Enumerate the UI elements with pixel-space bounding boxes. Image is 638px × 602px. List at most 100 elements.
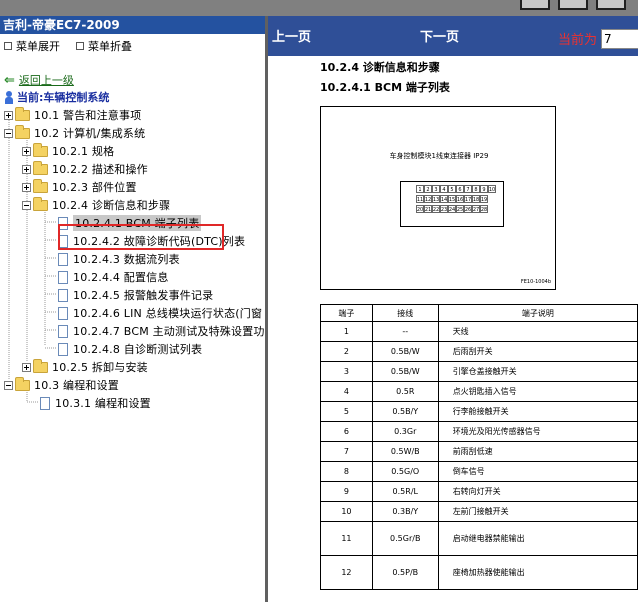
tree-node-10-2-1[interactable]: 10.2.1 规格 bbox=[22, 142, 115, 159]
highlight-box bbox=[58, 224, 224, 250]
connector-pin-label: 1 bbox=[418, 187, 421, 193]
content-panel: 上一页 下一页 当前为 7 10.2.4 诊断信息和步骤 10.2.4.1 BC… bbox=[268, 16, 638, 602]
connector-pin-label: 10 bbox=[489, 187, 495, 193]
wiring-cell: 0.3B/Y bbox=[371, 501, 439, 522]
tree-node-10-2-2[interactable]: 10.2.2 描述和操作 bbox=[22, 160, 148, 177]
tree-node-10-2-5[interactable]: 10.2.5 拆卸与安装 bbox=[22, 358, 148, 375]
wiring-cell: 0.5R/L bbox=[371, 481, 439, 502]
connector-pin-label: 23 bbox=[441, 207, 447, 213]
prev-page-button[interactable]: 上一页 bbox=[272, 26, 311, 45]
wiring-cell: 0.5G/O bbox=[371, 461, 439, 482]
terminal-cell: 2 bbox=[320, 341, 373, 362]
wiring-cell: 0.5W/B bbox=[371, 441, 439, 462]
folder-open-icon bbox=[33, 196, 48, 211]
table-row: 8 0.5G/O 倒车信号 bbox=[320, 461, 638, 482]
table-row: 3 0.5B/W 引擎仓盖接触开关 bbox=[320, 361, 638, 382]
current-page-input[interactable]: 7 bbox=[601, 29, 638, 49]
description-cell: 点火钥匙插入信号 bbox=[437, 381, 638, 402]
toolbar-button[interactable] bbox=[558, 0, 588, 10]
tree-node-label: 10.3 编程和设置 bbox=[34, 379, 119, 392]
figure-caption: 车身控制模块1线束连接器 IP29 bbox=[389, 152, 489, 160]
terminal-cell: 7 bbox=[320, 441, 373, 462]
terminal-cell: 11 bbox=[320, 521, 373, 556]
tree-node-10-1[interactable]: 10.1 警告和注意事项 bbox=[4, 106, 141, 123]
expand-toggle-icon[interactable] bbox=[22, 164, 31, 174]
table-row: 11 0.5Gr/B 启动继电器禁能输出 bbox=[320, 521, 638, 556]
table-header-row: 端子 接线 端子说明 bbox=[320, 304, 638, 322]
terminal-cell: 9 bbox=[320, 481, 373, 502]
collapse-toggle-icon[interactable] bbox=[4, 128, 13, 138]
connector-pin-label: 16 bbox=[457, 197, 463, 203]
expand-toggle-icon[interactable] bbox=[22, 146, 31, 156]
connector-pin-label: 4 bbox=[442, 187, 445, 193]
expand-toggle-icon[interactable] bbox=[22, 182, 31, 192]
terminal-cell: 4 bbox=[320, 381, 373, 402]
collapse-toggle-icon[interactable] bbox=[4, 380, 13, 390]
tree-node-10-2-3[interactable]: 10.2.3 部件位置 bbox=[22, 178, 137, 195]
tree-node-label: 10.3.1 编程和设置 bbox=[55, 397, 151, 410]
connector-pin-label: 11 bbox=[417, 197, 423, 203]
folder-icon bbox=[33, 160, 48, 175]
terminal-cell: 8 bbox=[320, 461, 373, 482]
description-cell: 前雨刮低速 bbox=[437, 441, 638, 462]
connector-pin-label: 13 bbox=[433, 197, 439, 203]
connector-figure: 车身控制模块1线束连接器 IP29 1 2 3 4 5 6 7 8 9 10 11 12 13 14 15 1… bbox=[320, 106, 556, 290]
connector-pin-label: 22 bbox=[433, 207, 439, 213]
document-icon bbox=[58, 270, 68, 284]
section-heading: 10.2.4 诊断信息和步骤 bbox=[320, 61, 440, 74]
description-cell: 天线 bbox=[437, 321, 638, 342]
connector-pin-label: 24 bbox=[449, 207, 455, 213]
header-description: 端子说明 bbox=[437, 304, 638, 322]
connector-pin-label: 28 bbox=[481, 207, 487, 213]
folder-icon bbox=[33, 358, 48, 373]
document-icon bbox=[58, 252, 68, 266]
header-terminal: 端子 bbox=[320, 304, 373, 322]
tree-node-10-3-1[interactable]: 10.3.1 编程和设置 bbox=[40, 395, 151, 411]
tree-node-label: 10.2.2 描述和操作 bbox=[52, 163, 148, 176]
document-icon bbox=[58, 288, 68, 302]
tree-node-label: 10.2.1 规格 bbox=[52, 145, 115, 158]
table-row: 12 0.5P/B 座椅加热器使能输出 bbox=[320, 555, 638, 590]
tree-node-10-2[interactable]: 10.2 计算机/集成系统 bbox=[4, 124, 145, 141]
connector-pin-label: 3 bbox=[434, 187, 437, 193]
terminal-cell: 10 bbox=[320, 501, 373, 522]
tree-node-10-3[interactable]: 10.3 编程和设置 bbox=[4, 376, 119, 393]
connector-pin-label: 18 bbox=[473, 197, 479, 203]
tree-node-10-2-4-8[interactable]: 10.2.4.8 自诊断测试列表 bbox=[58, 341, 202, 357]
connector-pin-label: 2 bbox=[426, 187, 429, 193]
tree-node-10-2-4-4[interactable]: 10.2.4.4 配置信息 bbox=[58, 269, 169, 285]
tree-node-10-2-4-5[interactable]: 10.2.4.5 报警触发事件记录 bbox=[58, 287, 213, 303]
tree-node-label: 10.2.4.4 配置信息 bbox=[73, 271, 169, 284]
table-row: 10 0.3B/Y 左前门接触开关 bbox=[320, 501, 638, 522]
table-row: 2 0.5B/W 后雨刮开关 bbox=[320, 341, 638, 362]
next-page-button[interactable]: 下一页 bbox=[420, 26, 459, 45]
wiring-cell: 0.3Gr bbox=[371, 421, 439, 442]
toolbar-button[interactable] bbox=[596, 0, 626, 10]
tree-node-label: 10.2.5 拆卸与安装 bbox=[52, 361, 148, 374]
document-icon bbox=[40, 396, 50, 410]
expand-toggle-icon[interactable] bbox=[22, 362, 31, 372]
tree-node-label: 10.2.4 诊断信息和步骤 bbox=[52, 199, 171, 212]
tree-node-10-2-4-6[interactable]: 10.2.4.6 LIN 总线模块运行状态(门窗 bbox=[58, 305, 262, 321]
terminal-table: 端子 接线 端子说明 1 -- 天线 2 0.5B/W 后雨刮开关 3 0.5B/W 引擎仓盖接… bbox=[320, 304, 638, 590]
current-page-label: 当前为 bbox=[558, 33, 598, 48]
description-cell: 倒车信号 bbox=[437, 461, 638, 482]
tree-node-label: 10.2.4.3 数据流列表 bbox=[73, 253, 180, 266]
description-cell: 左前门接触开关 bbox=[437, 501, 638, 522]
subsection-heading: 10.2.4.1 BCM 端子列表 bbox=[320, 81, 450, 94]
toolbar-button[interactable] bbox=[520, 0, 550, 10]
table-row: 9 0.5R/L 右转向灯开关 bbox=[320, 481, 638, 502]
terminal-cell: 12 bbox=[320, 555, 373, 590]
tree-node-10-2-4[interactable]: 10.2.4 诊断信息和步骤 bbox=[22, 196, 171, 213]
wiring-cell: 0.5P/B bbox=[371, 555, 439, 590]
collapse-toggle-icon[interactable] bbox=[22, 200, 31, 210]
tree-node-10-2-4-3[interactable]: 10.2.4.3 数据流列表 bbox=[58, 251, 180, 267]
expand-toggle-icon[interactable] bbox=[4, 110, 13, 120]
wiring-cell: 0.5B/W bbox=[371, 361, 439, 382]
nav-bar: 上一页 下一页 当前为 7 bbox=[268, 16, 638, 56]
wiring-cell: 0.5R bbox=[371, 381, 439, 402]
tree-node-10-2-4-7[interactable]: 10.2.4.7 BCM 主动测试及特殊设置功 bbox=[58, 323, 265, 339]
header-wiring: 接线 bbox=[371, 304, 439, 322]
description-cell: 座椅加热器使能输出 bbox=[437, 555, 638, 590]
description-cell: 环境光及阳光传感器信号 bbox=[437, 421, 638, 442]
